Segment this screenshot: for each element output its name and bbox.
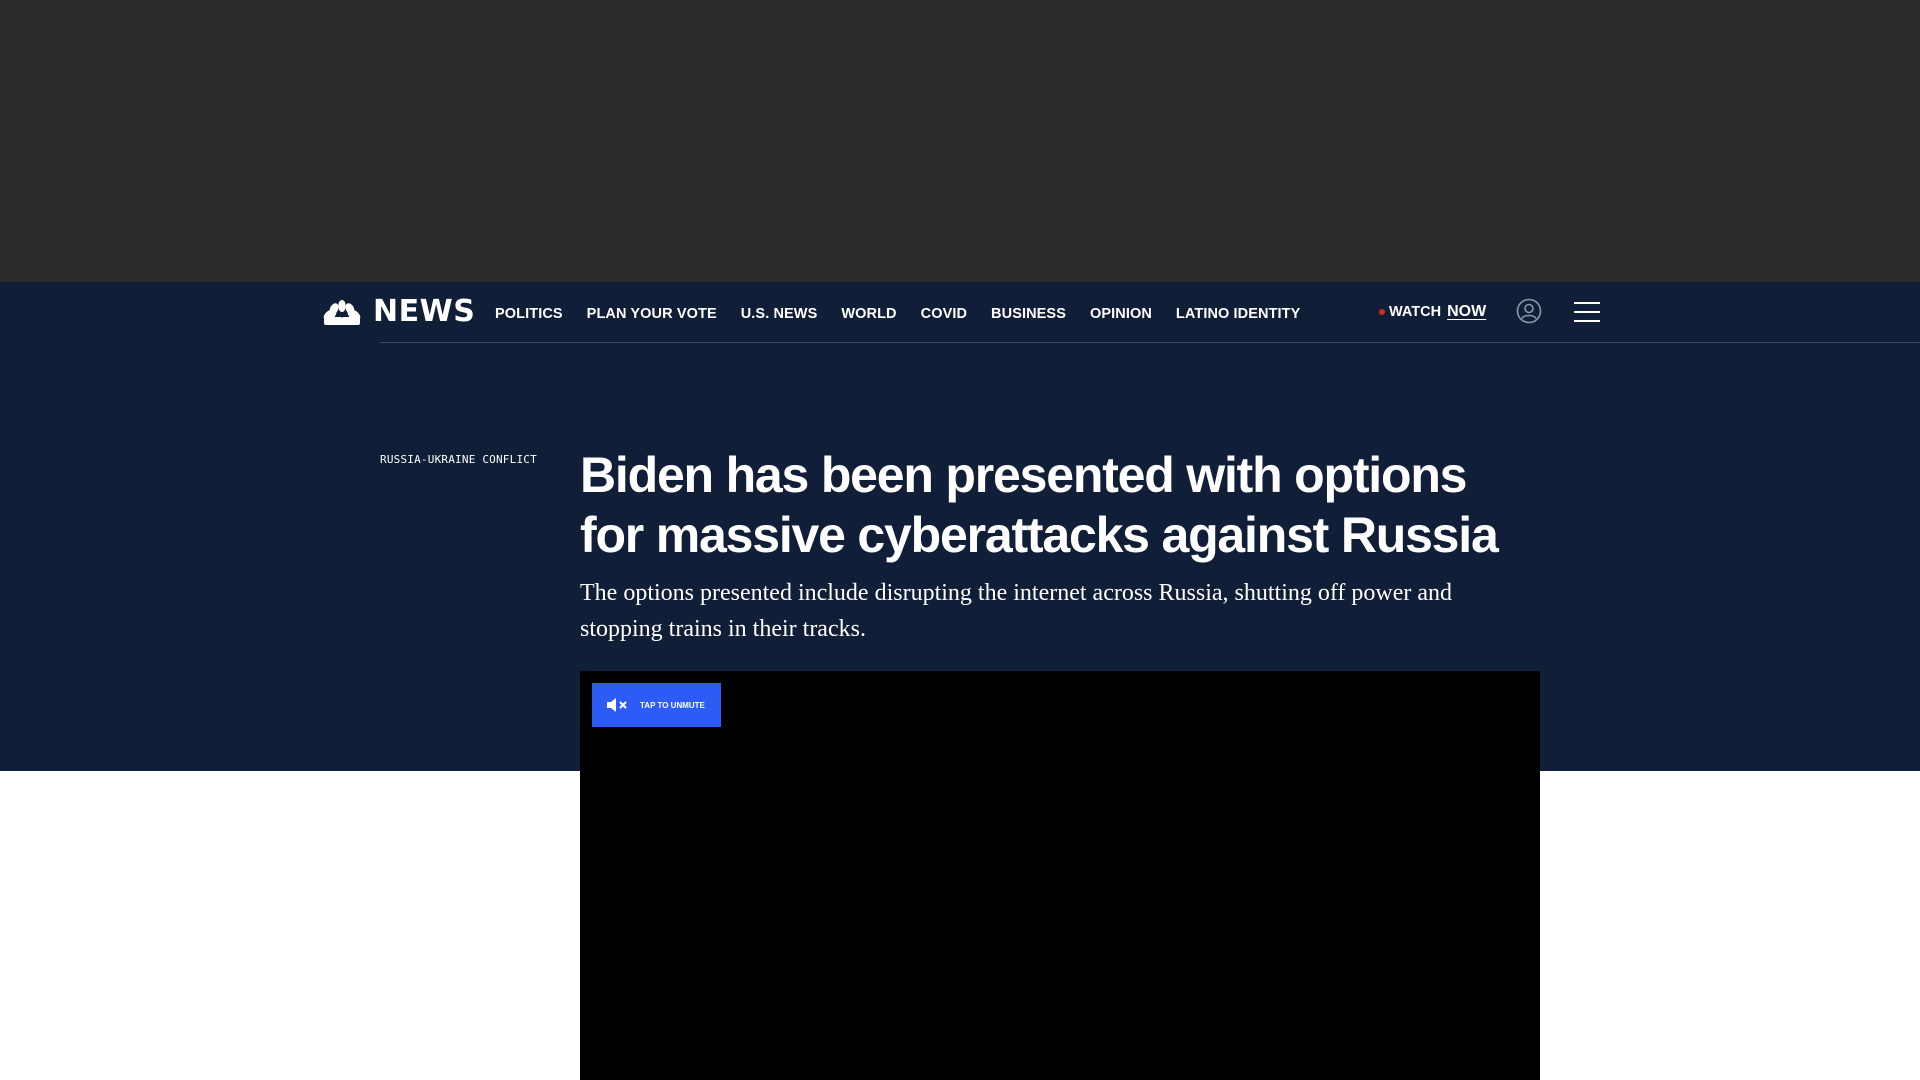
watch-now-link[interactable]: WATCH NOW bbox=[1379, 300, 1486, 324]
article-dek: The options presented include disrupting… bbox=[580, 580, 1453, 642]
nav-link-business[interactable]: BUSINESS bbox=[991, 303, 1066, 325]
speaker-muted-icon bbox=[607, 698, 627, 712]
header-divider bbox=[380, 342, 1920, 343]
article-eyebrow[interactable]: RUSSIA-UKRAINE CONFLICT bbox=[380, 453, 537, 466]
logo-wordmark: NEWS bbox=[373, 294, 476, 329]
primary-nav: POLITICS PLAN YOUR VOTE U.S. NEWS WORLD … bbox=[495, 303, 1300, 325]
nav-link-world[interactable]: WORLD bbox=[841, 303, 896, 325]
nav-link-politics[interactable]: POLITICS bbox=[495, 303, 563, 325]
nav-link-us-news[interactable]: U.S. NEWS bbox=[741, 303, 818, 325]
tap-to-unmute-button[interactable]: TAP TO UNMUTE bbox=[592, 683, 721, 727]
peacock-icon bbox=[323, 300, 361, 325]
nav-link-covid[interactable]: COVID bbox=[921, 303, 967, 325]
nbc-news-logo[interactable]: NEWS bbox=[321, 296, 475, 328]
menu-button[interactable] bbox=[1574, 301, 1600, 323]
watch-label: WATCH bbox=[1389, 304, 1442, 320]
account-button[interactable] bbox=[1516, 298, 1542, 324]
nav-link-opinion[interactable]: OPINION bbox=[1090, 303, 1152, 325]
article-headline: Biden has been presented with options fo… bbox=[580, 447, 1499, 563]
video-player[interactable]: TAP TO UNMUTE bbox=[580, 671, 1540, 1080]
nav-link-plan-your-vote[interactable]: PLAN YOUR VOTE bbox=[587, 303, 717, 325]
unmute-label: TAP TO UNMUTE bbox=[640, 700, 705, 710]
user-icon bbox=[1516, 298, 1542, 324]
live-dot-icon bbox=[1379, 309, 1385, 315]
now-label: NOW bbox=[1447, 303, 1487, 320]
menu-icon bbox=[1574, 302, 1600, 322]
nav-link-latino-identity[interactable]: LATINO IDENTITY bbox=[1176, 303, 1300, 325]
ad-placeholder bbox=[0, 0, 1920, 282]
